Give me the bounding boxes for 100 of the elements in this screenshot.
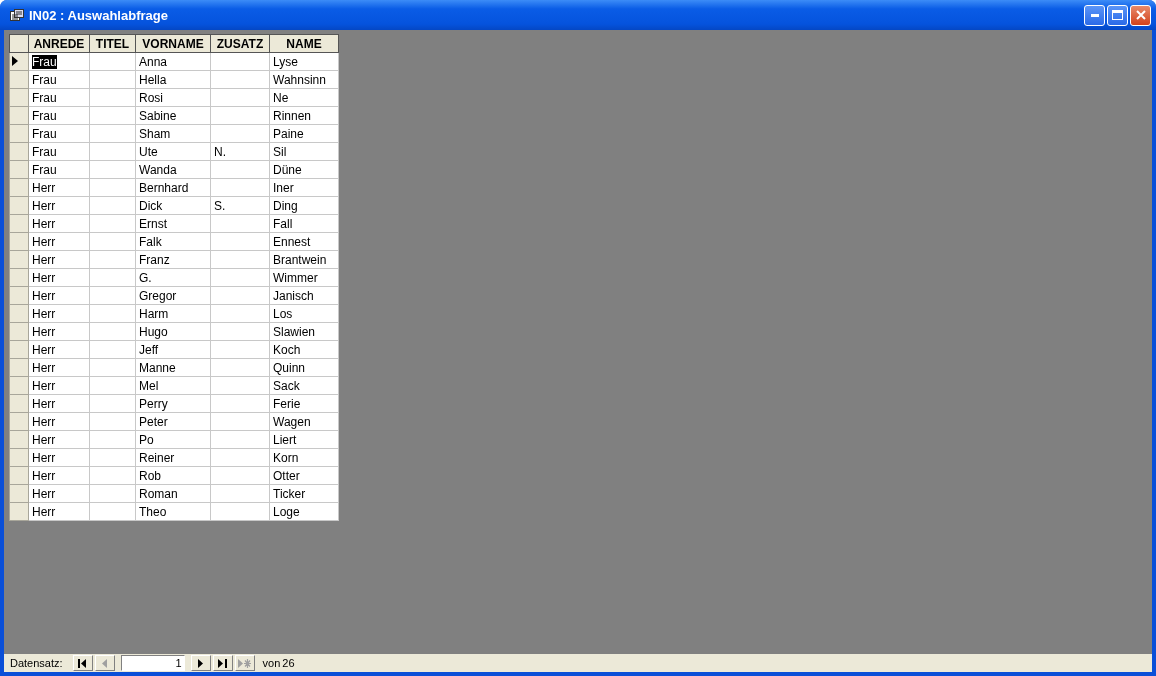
table-cell: Sack xyxy=(269,376,339,395)
table-cell: Theo xyxy=(135,502,211,521)
table-cell: Po xyxy=(135,430,211,449)
table-cell: Frau xyxy=(28,106,90,125)
last-record-button[interactable] xyxy=(212,655,233,671)
table-cell: Herr xyxy=(28,196,90,215)
corner-cell xyxy=(9,34,29,53)
table-cell: Quinn xyxy=(269,358,339,377)
column-header[interactable]: TITEL xyxy=(89,34,136,53)
total-label: von xyxy=(262,657,281,669)
table-cell: Paine xyxy=(269,124,339,143)
previous-icon xyxy=(101,658,108,668)
next-icon xyxy=(197,658,204,668)
table-cell: Mel xyxy=(135,376,211,395)
maximize-button[interactable] xyxy=(1107,4,1128,26)
first-record-button[interactable] xyxy=(72,655,93,671)
table-cell: Herr xyxy=(28,178,90,197)
table-cell: Franz xyxy=(135,250,211,269)
table-cell: Loge xyxy=(269,502,339,521)
table-cell: Ernst xyxy=(135,214,211,233)
table-cell: Manne xyxy=(135,358,211,377)
table-cell: Ferie xyxy=(269,394,339,413)
table-cell: Herr xyxy=(28,286,90,305)
table-cell: Sil xyxy=(269,142,339,161)
table-cell: Frau xyxy=(28,88,90,107)
table-cell: Ding xyxy=(269,196,339,215)
table-cell: Sabine xyxy=(135,106,211,125)
maximize-icon xyxy=(1112,10,1123,20)
table-cell: Ennest xyxy=(269,232,339,251)
table-cell: Liert xyxy=(269,430,339,449)
table-cell: Herr xyxy=(28,376,90,395)
last-record-icon xyxy=(218,658,228,668)
table-cell: Bernhard xyxy=(135,178,211,197)
table-cell: Rob xyxy=(135,466,211,485)
table-cell: Janisch xyxy=(269,286,339,305)
current-record-icon xyxy=(12,55,18,66)
table-cell: Gregor xyxy=(135,286,211,305)
table-cell: Koch xyxy=(269,340,339,359)
table-cell: Rosi xyxy=(135,88,211,107)
table-cell: Frau xyxy=(28,70,90,89)
first-record-icon xyxy=(78,658,88,668)
table-cell: Herr xyxy=(28,448,90,467)
table-cell: Otter xyxy=(269,466,339,485)
table-cell: Herr xyxy=(28,430,90,449)
table-cell: Ticker xyxy=(269,484,339,503)
table-cell: Herr xyxy=(28,484,90,503)
column-header[interactable]: NAME xyxy=(269,34,339,53)
table-cell: N. xyxy=(210,142,270,161)
query-icon xyxy=(10,9,24,21)
table-cell: Fall xyxy=(269,214,339,233)
close-button[interactable] xyxy=(1130,4,1151,26)
table-cell: Sham xyxy=(135,124,211,143)
close-icon xyxy=(1135,10,1146,20)
table-cell: Düne xyxy=(269,160,339,179)
new-record-icon xyxy=(238,658,252,668)
table-cell: Frau xyxy=(28,142,90,161)
table-cell: Herr xyxy=(28,394,90,413)
table-cell: G. xyxy=(135,268,211,287)
table-cell: S. xyxy=(210,196,270,215)
table-cell: Wagen xyxy=(269,412,339,431)
table-cell: Brantwein xyxy=(269,250,339,269)
table-cell: Iner xyxy=(269,178,339,197)
record-number-field[interactable]: 1 xyxy=(120,655,185,671)
column-header[interactable]: VORNAME xyxy=(135,34,211,53)
table-cell: Rinnen xyxy=(269,106,339,125)
table-cell: Ute xyxy=(135,142,211,161)
table-cell: Wanda xyxy=(135,160,211,179)
table-cell: Frau xyxy=(28,124,90,143)
table-cell: Peter xyxy=(135,412,211,431)
table-cell: Dick xyxy=(135,196,211,215)
table-cell: Roman xyxy=(135,484,211,503)
table-cell: Hella xyxy=(135,70,211,89)
record-count: 26 xyxy=(282,657,295,669)
table-cell: Wimmer xyxy=(269,268,339,287)
table-cell: Herr xyxy=(28,502,90,521)
table-cell: Herr xyxy=(28,232,90,251)
table-cell: Herr xyxy=(28,412,90,431)
table-cell: Lyse xyxy=(269,52,339,71)
table-cell: Frau xyxy=(28,52,90,71)
table-cell: Jeff xyxy=(135,340,211,359)
table-cell: Wahnsinn xyxy=(269,70,339,89)
table-cell: Herr xyxy=(28,250,90,269)
table-cell: Anna xyxy=(135,52,211,71)
table-cell: Hugo xyxy=(135,322,211,341)
column-header[interactable]: ANREDE xyxy=(28,34,90,53)
minimize-icon xyxy=(1090,13,1099,17)
table-cell: Herr xyxy=(28,340,90,359)
table-cell: Los xyxy=(269,304,339,323)
table-cell: Falk xyxy=(135,232,211,251)
window-title: IN02 : Auswahlabfrage xyxy=(29,7,169,23)
table-cell: Perry xyxy=(135,394,211,413)
table-cell: Ne xyxy=(269,88,339,107)
minimize-button[interactable] xyxy=(1084,4,1105,26)
table-cell: Herr xyxy=(28,304,90,323)
column-header[interactable]: ZUSATZ xyxy=(210,34,270,53)
table-cell: Reiner xyxy=(135,448,211,467)
table-cell: Harm xyxy=(135,304,211,323)
table-cell: Herr xyxy=(28,268,90,287)
table-cell: Herr xyxy=(28,466,90,485)
next-record-button[interactable] xyxy=(190,655,211,671)
